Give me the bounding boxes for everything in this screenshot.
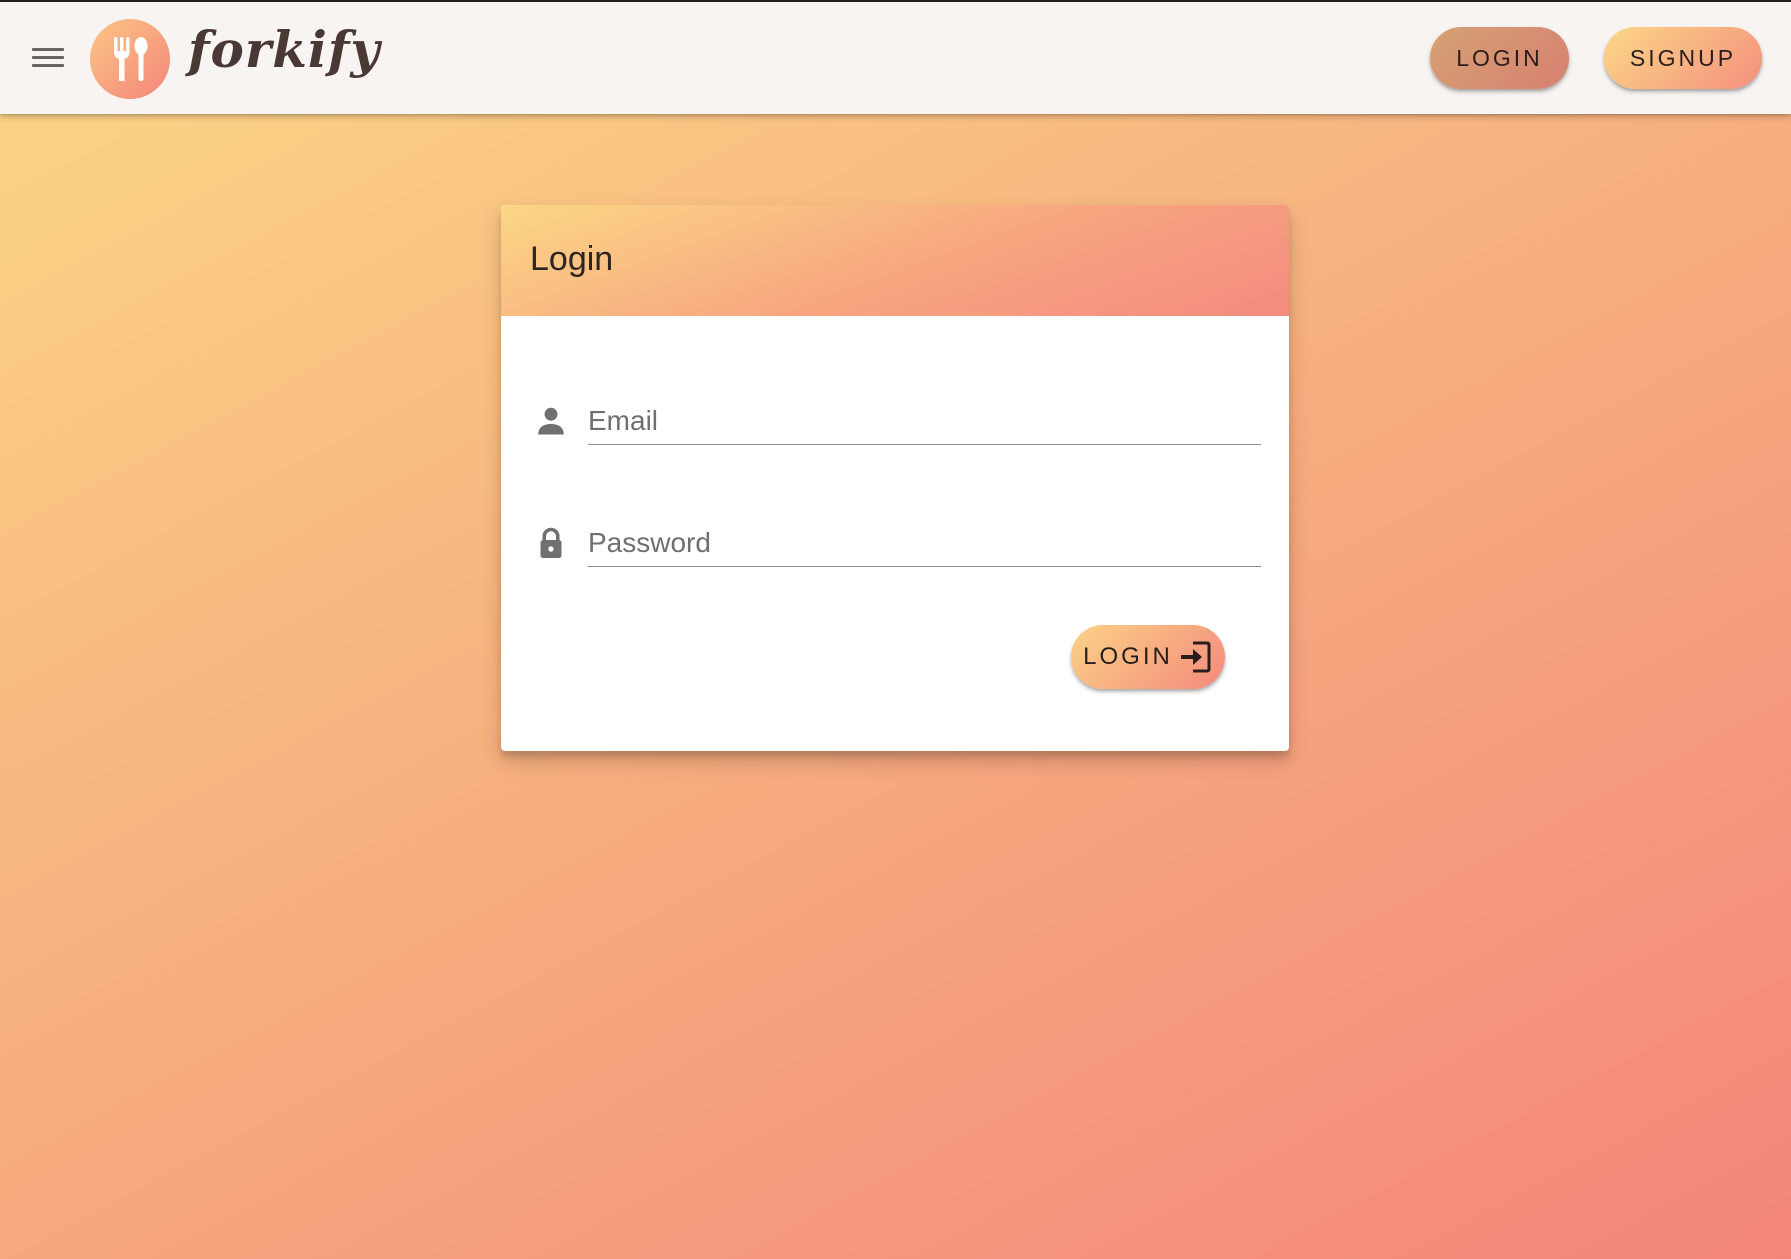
email-field-row: [501, 398, 1289, 458]
login-nav-button[interactable]: LOGIN: [1430, 27, 1569, 89]
brand-name[interactable]: forkify: [188, 20, 380, 79]
app-bar: forkify LOGIN SIGNUP: [0, 2, 1791, 114]
login-icon: [1180, 641, 1211, 673]
hamburger-menu-icon[interactable]: [28, 42, 68, 72]
signup-nav-button[interactable]: SIGNUP: [1604, 27, 1762, 89]
fork-spoon-icon: [114, 37, 148, 81]
login-submit-button[interactable]: LOGIN: [1071, 625, 1225, 689]
login-submit-label: LOGIN: [1083, 643, 1173, 670]
email-input[interactable]: [588, 398, 1261, 445]
logo[interactable]: [90, 19, 170, 99]
login-card-title: Login: [530, 240, 614, 278]
password-input[interactable]: [588, 520, 1261, 567]
login-card-header: Login: [501, 205, 1289, 316]
lock-icon: [540, 527, 562, 558]
login-nav-label: LOGIN: [1456, 44, 1543, 71]
person-icon: [538, 407, 564, 435]
password-field-row: [501, 520, 1289, 580]
signup-nav-label: SIGNUP: [1629, 44, 1737, 71]
